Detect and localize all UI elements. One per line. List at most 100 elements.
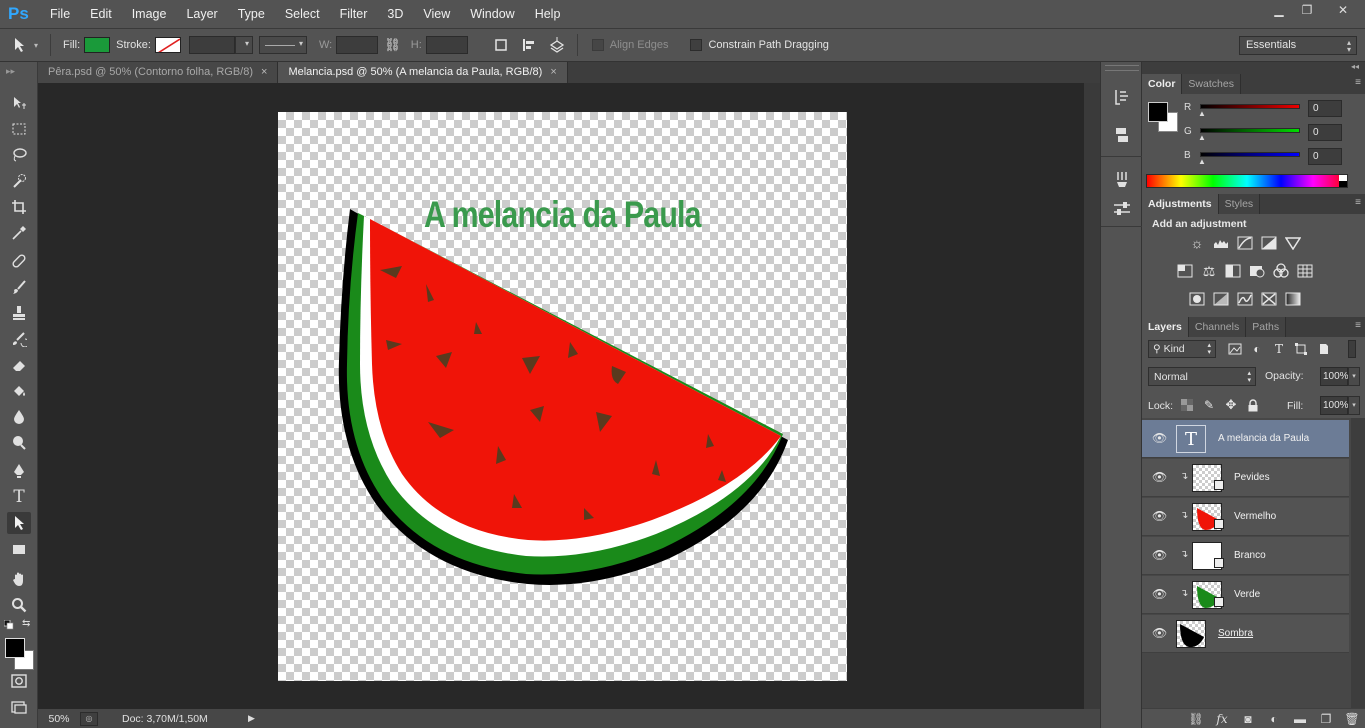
stroke-width-field[interactable] (188, 36, 235, 54)
layer-row-branco[interactable]: 👁 ↴ Branco (1142, 537, 1349, 575)
blue-track[interactable] (1200, 152, 1300, 157)
lock-image-pixels-icon[interactable]: ✎ (1200, 396, 1218, 414)
red-slider[interactable]: R ▲ 0 (1184, 100, 1354, 118)
layer-filter-kind-dropdown[interactable]: ⚲ Kind ▴ ▾ (1148, 340, 1216, 358)
black-white-icon[interactable] (1224, 262, 1242, 280)
menu-edit[interactable]: Edit (80, 7, 122, 21)
stroke-color-swatch[interactable] (154, 37, 181, 53)
foreground-color-swatch[interactable] (5, 638, 25, 658)
zoom-tool-icon[interactable] (7, 594, 31, 616)
filter-shape-icon[interactable] (1292, 340, 1310, 358)
slider-thumb-icon[interactable]: ▲ (1198, 133, 1206, 142)
color-spectrum-ramp[interactable] (1146, 174, 1348, 188)
swap-colors-icon[interactable]: ⇆ (22, 618, 30, 629)
lasso-tool-icon[interactable] (7, 144, 31, 166)
channel-mixer-icon[interactable] (1272, 262, 1290, 280)
tab-layers[interactable]: Layers (1142, 317, 1189, 337)
tab-adjustments[interactable]: Adjustments (1142, 194, 1219, 214)
close-icon[interactable]: × (550, 66, 556, 78)
paint-bucket-tool-icon[interactable] (7, 380, 31, 402)
type-tool-icon[interactable]: T (7, 486, 31, 508)
posterize-icon[interactable] (1212, 290, 1230, 308)
properties-panel-icon[interactable] (1111, 198, 1133, 220)
vibrance-icon[interactable] (1284, 234, 1302, 252)
selective-color-icon[interactable] (1260, 290, 1278, 308)
lock-transparent-pixels-icon[interactable] (1178, 396, 1196, 414)
black-chip[interactable] (1339, 181, 1347, 187)
red-track[interactable] (1200, 104, 1300, 109)
panel-menu-icon[interactable]: ≡ (1355, 320, 1361, 331)
tab-channels[interactable]: Channels (1188, 317, 1247, 337)
path-operations-icon[interactable] (490, 34, 512, 56)
green-value[interactable]: 0 (1308, 124, 1342, 141)
align-edges-checkbox[interactable] (591, 39, 604, 51)
path-selection-tool-icon[interactable] (7, 512, 31, 534)
blue-slider[interactable]: B ▲ 0 (1184, 148, 1354, 166)
layer-name[interactable]: Verde (1234, 589, 1260, 600)
menu-select[interactable]: Select (275, 7, 330, 21)
blue-value[interactable]: 0 (1308, 148, 1342, 165)
tab-melancia[interactable]: Melancia.psd @ 50% (A melancia da Paula,… (278, 62, 568, 83)
blur-tool-icon[interactable] (7, 406, 31, 428)
path-arrangement-icon[interactable] (546, 34, 568, 56)
color-lookup-icon[interactable] (1296, 262, 1314, 280)
menu-image[interactable]: Image (122, 7, 177, 21)
fill-dropdown[interactable]: ▾ (1348, 396, 1360, 415)
eye-icon[interactable]: 👁 (1152, 470, 1167, 484)
tab-paths[interactable]: Paths (1246, 317, 1287, 337)
filter-toggle-switch[interactable] (1348, 340, 1356, 358)
color-balance-icon[interactable]: ⚖ (1200, 262, 1218, 280)
layer-row-pevides[interactable]: 👁 ↴ Pevides (1142, 459, 1349, 497)
status-menu-arrow-icon[interactable]: ▶ (248, 713, 255, 724)
path-selection-tool-preset-icon[interactable] (9, 34, 31, 56)
brush-presets-panel-icon[interactable] (1111, 168, 1133, 190)
document-title-text[interactable]: A melancia da Paula (424, 194, 702, 236)
new-layer-icon[interactable]: ❐ (1313, 712, 1339, 726)
layer-name[interactable]: Vermelho (1234, 511, 1276, 522)
layer-row-verde[interactable]: 👁 ↴ Verde (1142, 576, 1349, 614)
healing-brush-tool-icon[interactable] (7, 250, 31, 272)
minimize-button[interactable]: ▁ (1265, 0, 1293, 20)
filter-smart-object-icon[interactable] (1314, 340, 1332, 358)
link-layers-icon[interactable]: ⛓ (1183, 712, 1209, 726)
eyedropper-tool-icon[interactable] (7, 222, 31, 244)
eye-icon[interactable]: 👁 (1152, 587, 1167, 601)
dodge-tool-icon[interactable] (7, 432, 31, 454)
tab-swatches[interactable]: Swatches (1182, 74, 1241, 94)
close-icon[interactable]: × (261, 66, 267, 78)
lock-position-icon[interactable]: ✥ (1222, 396, 1240, 414)
menu-filter[interactable]: Filter (330, 7, 378, 21)
opacity-field[interactable]: 100% (1320, 367, 1349, 386)
panel-grip-icon[interactable]: ▸▸ (6, 66, 15, 77)
pen-tool-icon[interactable] (7, 460, 31, 482)
blend-mode-dropdown[interactable]: Normal ▴ ▾ (1148, 367, 1256, 386)
invert-icon[interactable] (1188, 290, 1206, 308)
delete-layer-trash-icon[interactable]: 🗑 (1339, 712, 1365, 726)
menu-help[interactable]: Help (525, 7, 571, 21)
menu-window[interactable]: Window (460, 7, 524, 21)
green-slider[interactable]: G ▲ 0 (1184, 124, 1354, 142)
share-icon[interactable]: ◎ (80, 711, 98, 726)
new-group-folder-icon[interactable]: ▬ (1287, 712, 1313, 726)
width-field[interactable] (336, 36, 379, 54)
clone-stamp-tool-icon[interactable] (7, 302, 31, 324)
panel-header-grip[interactable]: ◂◂ (1142, 62, 1365, 74)
path-alignment-icon[interactable] (518, 34, 540, 56)
layer-name[interactable]: Sombra (1218, 628, 1253, 639)
menu-3d[interactable]: 3D (377, 7, 413, 21)
slider-thumb-icon[interactable]: ▲ (1198, 109, 1206, 118)
filter-pixel-icon[interactable] (1226, 340, 1244, 358)
eye-icon[interactable]: 👁 (1152, 626, 1167, 640)
fill-field[interactable]: 100% (1320, 396, 1349, 415)
menu-file[interactable]: File (40, 7, 80, 21)
crop-tool-icon[interactable] (7, 196, 31, 218)
tab-color[interactable]: Color (1142, 74, 1183, 94)
default-colors-icon[interactable] (3, 619, 14, 630)
layer-name[interactable]: A melancia da Paula (1218, 433, 1309, 444)
photo-filter-icon[interactable] (1248, 262, 1266, 280)
history-panel-icon[interactable] (1111, 86, 1133, 108)
link-icon[interactable]: ⛓ (384, 37, 401, 53)
quick-selection-tool-icon[interactable] (7, 170, 31, 192)
constrain-path-dragging-checkbox[interactable] (690, 39, 703, 51)
chevron-down-icon[interactable]: ▾ (34, 41, 38, 50)
